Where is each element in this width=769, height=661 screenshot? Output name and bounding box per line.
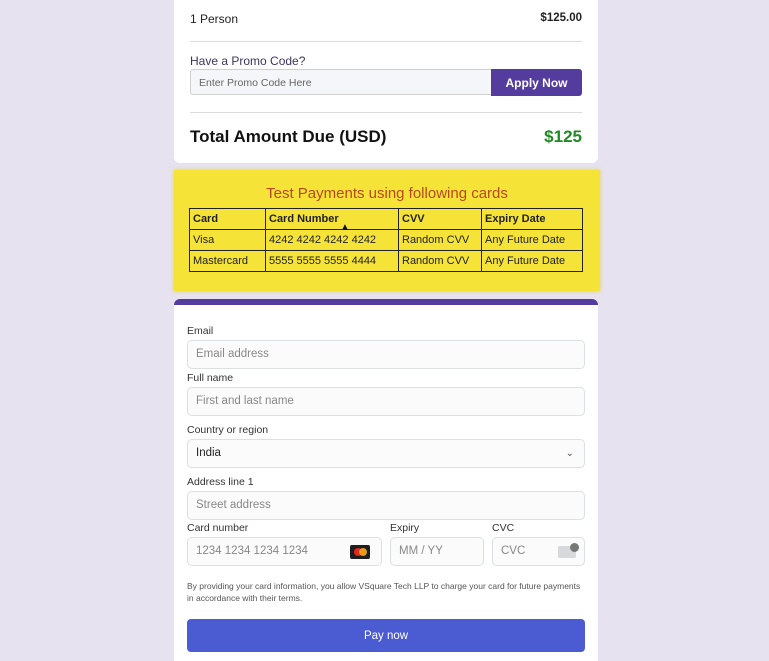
card-number-label: Card number: [187, 522, 249, 534]
table-cell: Random CVV: [398, 229, 482, 251]
address-field[interactable]: Street address: [187, 491, 585, 520]
total-value: $125: [544, 127, 582, 146]
table-cell: Visa: [189, 229, 266, 251]
table-header-cell: Card Number: [265, 208, 399, 230]
table-cell: 5555 5555 5555 4444: [265, 250, 399, 272]
table-header-cell: CVV: [398, 208, 482, 230]
table-cell: 4242 4242 4242 4242: [265, 229, 399, 251]
pay-now-button[interactable]: Pay now: [187, 619, 585, 652]
mouse-cursor-icon: ▲: [340, 222, 350, 233]
mastercard-icon: [350, 545, 370, 559]
card-number-placeholder: 1234 1234 1234 1234: [196, 545, 308, 557]
expiry-field[interactable]: MM / YY: [390, 537, 484, 566]
email-label: Email: [187, 325, 214, 337]
email-field[interactable]: Email address: [187, 340, 585, 369]
chevron-down-icon: ⌄: [565, 448, 574, 459]
country-label: Country or region: [187, 424, 269, 436]
country-select[interactable]: India ⌄: [187, 439, 585, 468]
table-header-cell: Card: [189, 208, 266, 230]
table-cell: Mastercard: [189, 250, 266, 272]
table-header-cell: Expiry Date: [481, 208, 583, 230]
apply-promo-button[interactable]: Apply Now: [491, 69, 582, 96]
total-label: Total Amount Due (USD): [190, 127, 387, 146]
test-cards-banner: Test Payments using following cards Card…: [174, 170, 600, 291]
address-label: Address line 1: [187, 476, 254, 488]
payment-disclaimer: By providing your card information, you …: [187, 581, 581, 603]
table-cell: Any Future Date: [481, 229, 583, 251]
cvc-card-icon: [558, 543, 579, 558]
person-row: 1 Person $125.00: [190, 12, 582, 26]
person-price: $125.00: [540, 12, 582, 24]
cvc-field[interactable]: CVC: [492, 537, 585, 566]
promo-code-input[interactable]: Enter Promo Code Here: [190, 69, 491, 95]
divider: [190, 112, 582, 113]
table-header-row: Card Card Number CVV Expiry Date: [189, 208, 583, 230]
table-row: Mastercard 5555 5555 5555 4444 Random CV…: [189, 250, 583, 272]
divider: [190, 41, 582, 42]
cvc-label: CVC: [492, 522, 515, 534]
full-name-field[interactable]: First and last name: [187, 387, 585, 416]
cvc-placeholder: CVC: [501, 545, 526, 557]
promo-label: Have a Promo Code?: [190, 54, 306, 68]
test-cards-title: Test Payments using following cards: [266, 185, 508, 202]
expiry-label: Expiry: [390, 522, 420, 534]
table-cell: Any Future Date: [481, 250, 583, 272]
test-cards-table: Card Card Number CVV Expiry Date Visa 42…: [189, 208, 583, 272]
card-number-field[interactable]: 1234 1234 1234 1234: [187, 537, 382, 566]
person-label: 1 Person: [190, 12, 239, 26]
full-name-label: Full name: [187, 372, 234, 384]
table-cell: Random CVV: [398, 250, 482, 272]
country-value: India: [196, 447, 221, 459]
payment-form-card: Email Email address Full name First and …: [174, 299, 598, 661]
table-row: Visa 4242 4242 4242 4242 Random CVV Any …: [189, 229, 583, 251]
order-summary-card: 1 Person $125.00 Have a Promo Code? Ente…: [174, 0, 598, 163]
